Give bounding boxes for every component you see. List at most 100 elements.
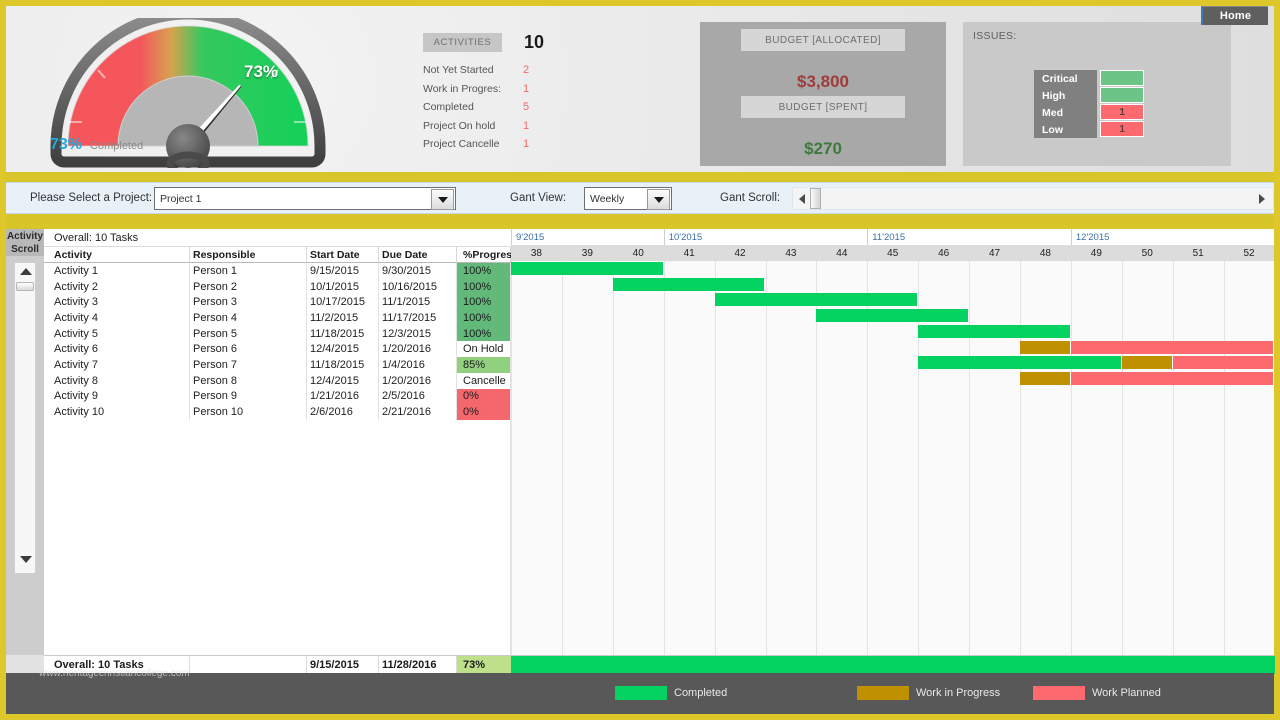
gant-horizontal-scrollbar[interactable]: [792, 187, 1274, 210]
activity-status-label: Completed: [423, 101, 474, 114]
tab-home[interactable]: Home: [1201, 6, 1268, 25]
table-row[interactable]: Activity 3 Person 3 10/17/2015 11/1/2015 100…: [44, 294, 511, 311]
table-column-header: Activity: [44, 247, 190, 263]
gantt-bar[interactable]: [511, 262, 664, 275]
cell-responsible: Person 10: [190, 404, 307, 420]
footer-progress: 73%: [457, 656, 511, 674]
gantt-bar[interactable]: [1172, 356, 1274, 370]
activity-vertical-scrollbar[interactable]: [6, 256, 44, 655]
project-select-label: Please Select a Project:: [30, 192, 153, 204]
cell-due-date: 1/20/2016: [379, 341, 457, 358]
legend-item: Work in Progress: [857, 686, 1000, 700]
cell-due-date: 9/30/2015: [379, 263, 457, 279]
gantt-bar[interactable]: [1121, 356, 1173, 370]
cell-progress: 100%: [457, 310, 511, 326]
table-row[interactable]: Activity 2 Person 2 10/1/2015 10/16/2015 100…: [44, 278, 511, 295]
cell-due-date: 10/16/2015: [379, 278, 457, 295]
activity-status-row: Not Yet Started 2: [423, 61, 553, 80]
gantt-week-tick: 46: [938, 247, 950, 259]
project-dropdown-button[interactable]: [431, 189, 454, 210]
gantt-chart-body: [511, 261, 1274, 655]
gantt-week-tick: 41: [683, 247, 695, 259]
gantt-week-tick: 47: [988, 247, 1001, 259]
cell-progress: Cancelle: [457, 372, 511, 389]
legend-item: Completed: [615, 686, 727, 700]
table-row[interactable]: Activity 6 Person 6 12/4/2015 1/20/2016 On H…: [44, 341, 511, 358]
gantt-week-tick: 40: [632, 247, 644, 259]
table-row[interactable]: Activity 4 Person 4 11/2/2015 11/17/2015 100…: [44, 310, 511, 326]
activities-status-list: Not Yet Started 2 Work in Progres: 1 Complet…: [423, 61, 553, 154]
table-row[interactable]: Activity 1 Person 1 9/15/2015 9/30/2015 100%: [44, 263, 511, 279]
gantt-gridline: [765, 261, 767, 655]
scrollbar-thumb[interactable]: [16, 282, 34, 291]
cell-due-date: 12/3/2015: [379, 325, 457, 342]
cell-activity: Activity 9: [44, 388, 190, 405]
gantt-bar[interactable]: [1020, 371, 1071, 385]
gantt-bar[interactable]: [816, 309, 970, 323]
gantt-bar[interactable]: [714, 293, 919, 307]
gantt-gridline: [561, 261, 563, 655]
arrow-left-icon[interactable]: [799, 193, 805, 204]
gantt-bar[interactable]: [918, 356, 1122, 370]
gant-view-dropdown-button[interactable]: [647, 189, 670, 210]
gantt-week-tick: 39: [581, 247, 593, 259]
gantt-bar[interactable]: [1070, 340, 1274, 354]
gauge-footer-percent: 73%: [50, 136, 83, 153]
gantt-bar[interactable]: [918, 324, 1071, 338]
gantt-month-label: 11'2015: [867, 229, 1071, 245]
budget-spent-label: BUDGET [SPENT]: [741, 96, 905, 118]
scrollbar-thumb[interactable]: [810, 188, 821, 209]
issue-severity-label: Med: [1034, 104, 1098, 121]
legend-item: Work Planned: [1033, 686, 1161, 700]
legend-label: Work Planned: [1092, 687, 1161, 699]
activity-status-label: Not Yet Started: [423, 64, 494, 77]
activity-status-label: Work in Progres:: [423, 82, 501, 95]
gant-view-select[interactable]: Weekly: [584, 187, 672, 210]
cell-responsible: Person 7: [190, 357, 307, 373]
table-row[interactable]: Activity 8 Person 8 12/4/2015 1/20/2016 Canc…: [44, 372, 511, 389]
gantt-bar[interactable]: [612, 277, 766, 291]
cell-activity: Activity 1: [44, 263, 190, 279]
scrollbar-track[interactable]: [14, 262, 36, 574]
cell-start-date: 10/17/2015: [307, 294, 379, 311]
issues-table: Critical High Med 1 Low 1: [1034, 70, 1144, 138]
gantt-bar[interactable]: [1070, 371, 1274, 385]
issue-severity-label: High: [1034, 87, 1098, 104]
activity-scroll-header: Activity Scroll: [6, 229, 44, 256]
project-select[interactable]: Project 1: [154, 187, 456, 210]
table-row[interactable]: Activity 7 Person 7 11/18/2015 1/4/2016 85%: [44, 357, 511, 373]
cell-due-date: 2/21/2016: [379, 404, 457, 420]
footer-overall-row: Overall: 10 Tasks 9/15/2015 11/28/2016 73%: [44, 655, 1275, 674]
cell-start-date: 12/4/2015: [307, 341, 379, 358]
gantt-month-label: 12'2015: [1070, 229, 1275, 245]
frame-border-right: [1274, 0, 1280, 720]
cell-due-date: 2/5/2016: [379, 388, 457, 405]
footer-summary-bar: [511, 656, 1275, 674]
gantt-bar[interactable]: [1020, 340, 1071, 354]
cell-responsible: Person 2: [190, 278, 307, 295]
cell-progress: 85%: [457, 357, 511, 373]
cell-responsible: Person 4: [190, 310, 307, 326]
arrow-up-icon[interactable]: [20, 268, 32, 275]
issues-panel: ISSUES: Critical High Med 1 Low 1: [963, 22, 1231, 166]
cell-progress: 0%: [457, 404, 511, 420]
activity-status-row: Completed 5: [423, 98, 553, 117]
arrow-down-icon[interactable]: [20, 556, 32, 563]
activity-status-row: Work in Progres: 1: [423, 80, 553, 99]
gantt-week-tick: 51: [1192, 247, 1204, 259]
cell-progress: 100%: [457, 325, 511, 342]
issue-count-cell: 1: [1100, 121, 1144, 137]
cell-activity: Activity 10: [44, 404, 190, 420]
gantt-calendar-header: 9'2015 10'2015 11'2015 12'2015 38 39 40 41 42 43…: [511, 229, 1275, 261]
issue-severity-label: Low: [1034, 121, 1098, 138]
gant-view-label: Gant View:: [510, 192, 567, 204]
cell-due-date: 11/1/2015: [379, 294, 457, 311]
arrow-right-icon[interactable]: [1259, 193, 1265, 204]
cell-progress: 100%: [457, 263, 511, 279]
footer-responsible: [190, 656, 307, 674]
table-row[interactable]: Activity 9 Person 9 1/21/2016 2/5/2016 0%: [44, 388, 511, 405]
overall-banner: Overall: 10 Tasks: [44, 229, 511, 247]
footer-due-date: 11/28/2016: [379, 656, 457, 674]
table-row[interactable]: Activity 10 Person 10 2/6/2016 2/21/2016 0%: [44, 404, 511, 420]
table-row[interactable]: Activity 5 Person 5 11/18/2015 12/3/2015 100…: [44, 325, 511, 342]
